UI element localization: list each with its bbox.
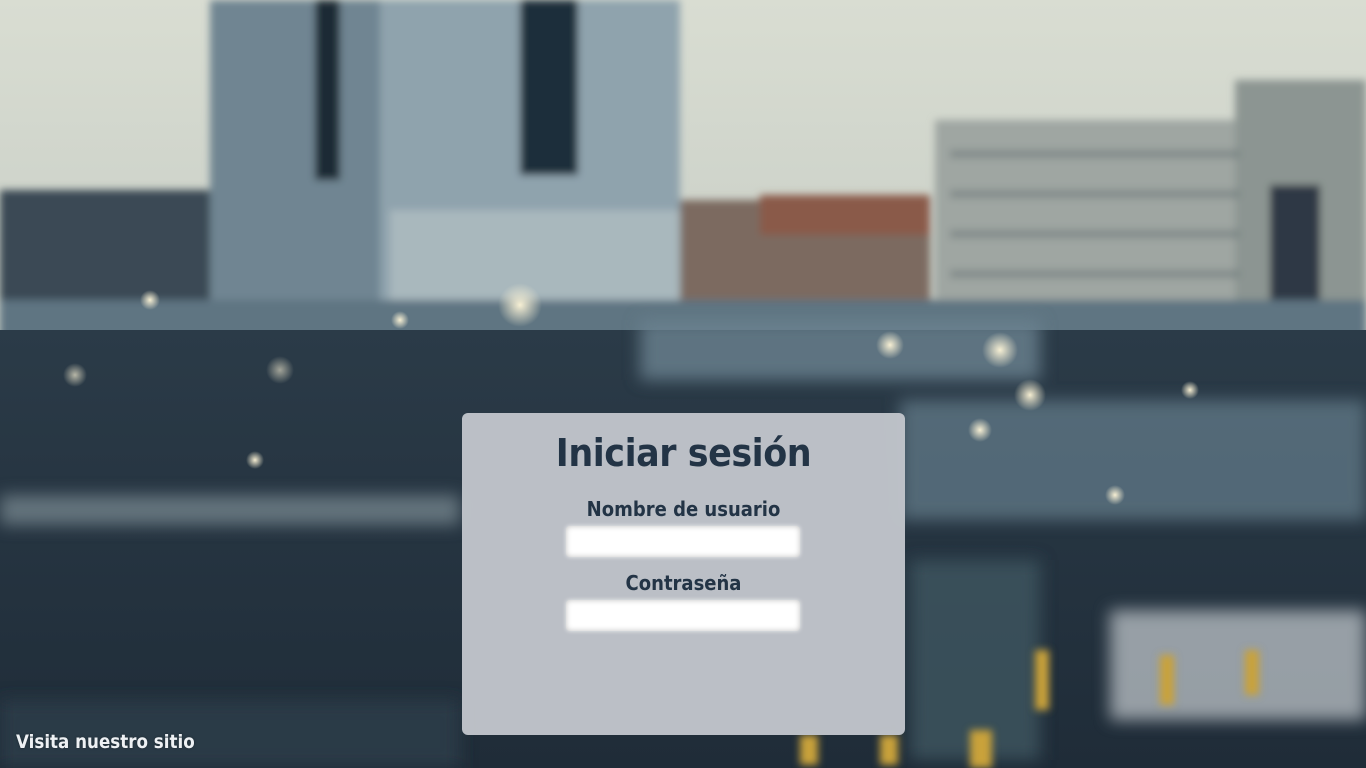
visit-site-link[interactable]: Visita nuestro sitio bbox=[16, 731, 195, 753]
login-panel: Iniciar sesión Nombre de usuario Contras… bbox=[462, 413, 905, 735]
username-label: Nombre de usuario bbox=[586, 497, 781, 521]
username-input[interactable] bbox=[566, 526, 800, 557]
password-label: Contraseña bbox=[625, 571, 742, 595]
password-input[interactable] bbox=[566, 600, 800, 631]
login-title: Iniciar sesión bbox=[555, 431, 812, 475]
